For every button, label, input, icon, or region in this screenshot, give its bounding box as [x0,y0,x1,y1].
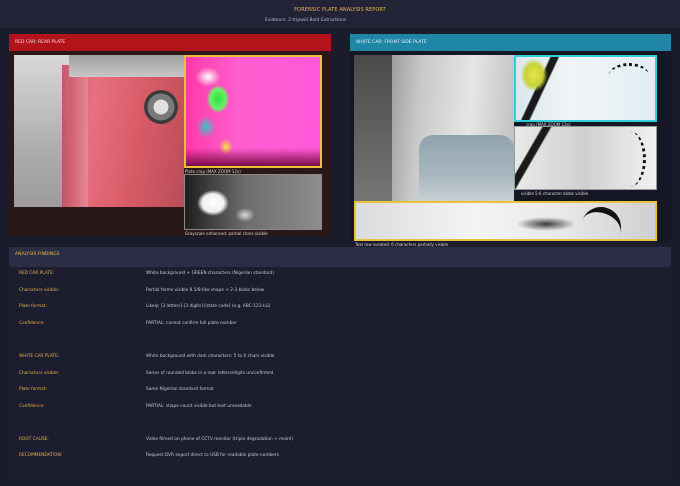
finding-value: Request DVR export direct to USB for rea… [146,453,279,458]
red-plate-grayscale-image [184,174,322,230]
report-title: FORENSIC PLATE ANALYSIS REPORT [294,7,386,13]
white-car-photo [354,55,514,201]
finding-value: PARTIAL: shape count visible but text un… [146,404,252,409]
finding-label: Confidence: [19,404,45,409]
red-plate-zoom-image [184,55,322,168]
red-grayscale-caption: Grayscale enhanced: partial chars visibl… [185,231,268,236]
red-panel-header: RED CAR: REAR PLATE [9,34,331,51]
finding-label: Characters visible: [19,371,60,376]
finding-value: Same Nigerian standard format [146,387,214,392]
finding-value: White background with dark characters: 5… [146,354,275,359]
white-blobs-caption: visible 5-6 character blobs visible [521,191,589,196]
finding-value: PARTIAL: cannot confirm full plate numbe… [146,321,237,326]
white-plate-zoom-image [514,55,657,122]
report-header [0,0,680,28]
white-panel-header: WHITE CAR: FRONT SIDE PLATE [350,34,671,51]
finding-label: ROOT CAUSE: [19,437,49,442]
report-subtitle: Evidence: 2 tripwid Bold Extractions [264,18,347,23]
finding-value: Likely: [3 letters]-[3 digits]-[state co… [146,304,271,309]
finding-label: Confidence: [19,321,45,326]
finding-label: Characters visible: [19,288,60,293]
finding-value: Video filmed on phone of CCTV monitor (t… [146,437,294,442]
finding-label: RECOMMENDATION: [19,453,63,458]
findings-header: ANALYSIS FINDINGS [9,247,671,267]
finding-value: Partial forms visible 8.5/8-like shape +… [146,288,265,293]
white-blobs-image [514,126,657,190]
finding-label: RED CAR PLATE: [19,271,55,276]
finding-value: White background + GREEN characters (Nig… [146,271,274,276]
findings-body [9,267,671,479]
finding-label: Plate format: [19,304,47,309]
finding-label: Plate format: [19,387,47,392]
finding-value: Series of rounded blobs in a row: letter… [146,371,274,376]
red-car-photo [14,55,184,207]
finding-label: WHITE CAR PLATE: [19,354,60,359]
white-text-row-image [354,201,657,241]
